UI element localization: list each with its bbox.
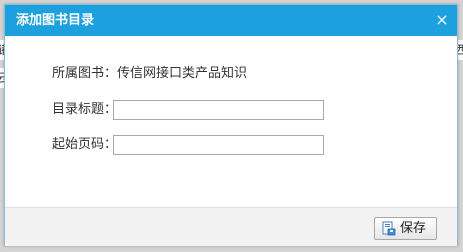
catalog-title-label: 目录标题： [52, 102, 118, 117]
save-button[interactable]: 保存 [374, 217, 437, 240]
catalog-title-input[interactable] [113, 100, 324, 120]
dialog-title: 添加图书目录 [16, 13, 95, 28]
book-label: 所属图书： [52, 66, 118, 81]
close-icon[interactable]: × [433, 11, 451, 29]
save-button-label: 保存 [400, 221, 427, 236]
dialog-footer: 保存 [5, 207, 457, 246]
dialog-titlebar: 添加图书目录 × [5, 5, 457, 36]
start-page-label: 起始页码： [52, 137, 118, 152]
book-row: 所属图书：传信网接口类产品知识 [52, 64, 247, 84]
save-document-icon [382, 221, 396, 236]
book-value: 传信网接口类产品知识 [117, 66, 248, 81]
page-row: 起始页码： [52, 135, 117, 155]
title-row: 目录标题： [52, 100, 117, 120]
start-page-input[interactable] [113, 135, 324, 155]
add-book-catalog-dialog: 添加图书目录 × 所属图书：传信网接口类产品知识 目录标题： 起始页码： 保存 [4, 4, 458, 246]
dialog-body: 所属图书：传信网接口类产品知识 目录标题： 起始页码： [5, 36, 457, 207]
